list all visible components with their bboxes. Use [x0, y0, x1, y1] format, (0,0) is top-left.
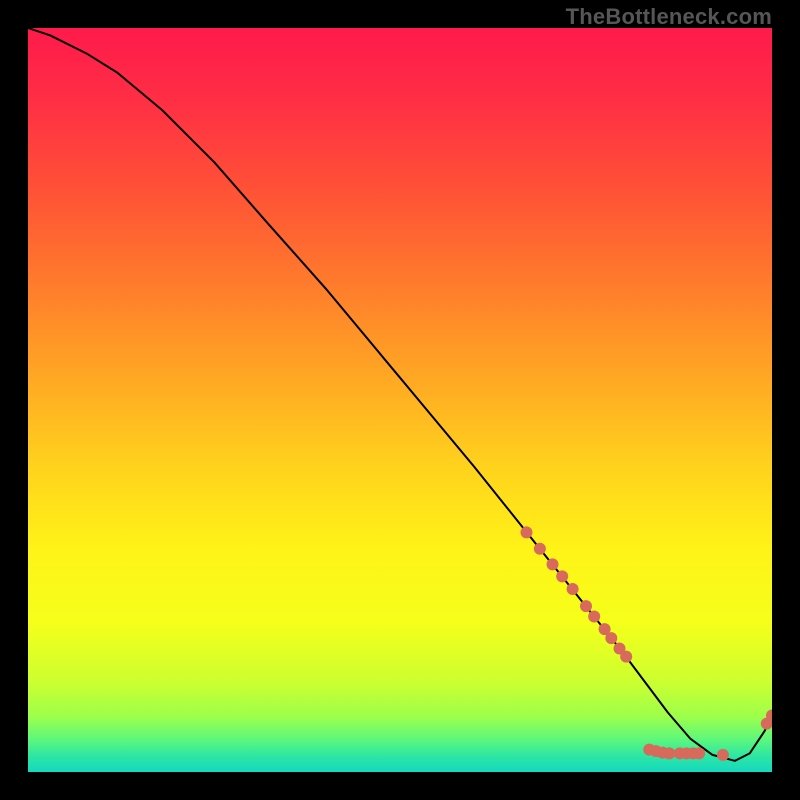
chart-stage: TheBottleneck.com: [0, 0, 800, 800]
data-marker: [663, 747, 675, 759]
data-marker: [620, 651, 632, 663]
data-marker: [520, 526, 532, 538]
bottleneck-chart: [28, 28, 772, 772]
data-marker: [556, 570, 568, 582]
data-marker: [580, 600, 592, 612]
gradient-background: [28, 28, 772, 772]
data-marker: [588, 611, 600, 623]
data-marker: [534, 543, 546, 555]
data-marker: [605, 632, 617, 644]
watermark-text: TheBottleneck.com: [566, 4, 772, 30]
data-marker: [567, 583, 579, 595]
data-marker: [547, 558, 559, 570]
data-marker: [717, 749, 729, 761]
data-marker: [693, 747, 705, 759]
